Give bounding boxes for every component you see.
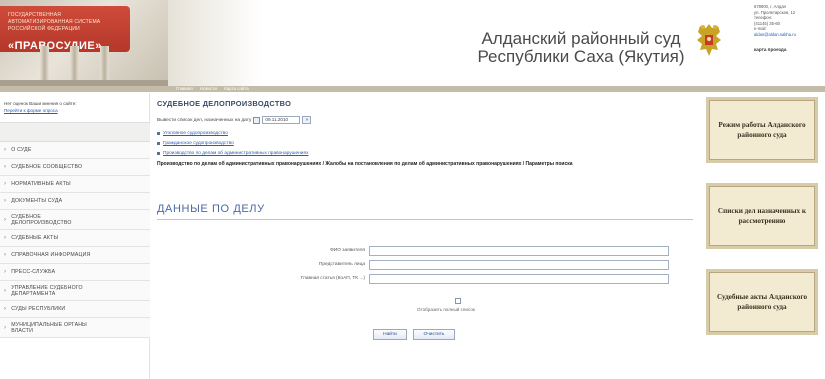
- panel-label: Списки дел назначенных к рассмотрению: [717, 207, 807, 225]
- sidebar-item-label: СУДЫ РЕСПУБЛИКИ: [11, 306, 66, 312]
- date-go-button[interactable]: »: [302, 116, 312, 124]
- bullet-icon: ›: [4, 324, 7, 331]
- sidebar-item-department[interactable]: › УПРАВЛЕНИЕ СУДЕБНОГО ДЕПАРТАМЕНТА: [0, 281, 150, 301]
- form-row: Представитель лица: [151, 260, 701, 271]
- find-button[interactable]: Найти: [373, 329, 407, 340]
- field-label: Главная статья (КоАП, ТК ...): [300, 276, 365, 281]
- form-row: ФИО заявителя: [151, 246, 701, 257]
- bullet-icon: ›: [4, 252, 7, 258]
- header-title-area: Алданский районный суд Республики Саха (…: [168, 0, 688, 86]
- pravosudie-logo[interactable]: ГОСУДАРСТВЕННАЯ АВТОМАТИЗИРОВАННАЯ СИСТЕ…: [0, 0, 168, 86]
- sidebar-item-label: О СУДЕ: [11, 147, 32, 153]
- poll-note: Нет оценок Ваши мнения о сайте:: [4, 101, 77, 106]
- representative-input[interactable]: [369, 260, 669, 270]
- poll-link[interactable]: Перейти к форме опроса: [4, 108, 58, 113]
- sidebar-item-court-acts[interactable]: › СУДЕБНЫЕ АКТЫ: [0, 230, 150, 247]
- nav-link-sitemap[interactable]: Карта сайта: [224, 86, 248, 91]
- date-filter: Вывести список дел, назначенных на дату …: [157, 116, 312, 124]
- sidebar-item-label: СУДЕБНЫЕ АКТЫ: [11, 235, 59, 241]
- sidebar-item-documents[interactable]: › ДОКУМЕНТЫ СУДА: [0, 193, 150, 210]
- sidebar-menu: › О СУДЕ › СУДЕБНОЕ СООБЩЕСТВО › НОРМАТИВНЫ…: [0, 142, 150, 338]
- site-header: ГОСУДАРСТВЕННАЯ АВТОМАТИЗИРОВАННАЯ СИСТЕ…: [0, 0, 825, 92]
- nav-bar: [0, 86, 825, 92]
- logo-line-1: ГОСУДАРСТВЕННАЯ: [8, 12, 62, 18]
- sidebar-item-label: НОРМАТИВНЫЕ АКТЫ: [11, 181, 71, 187]
- sidebar-item-label: УПРАВЛЕНИЕ СУДЕБНОГО ДЕПАРТАМЕНТА: [11, 284, 83, 297]
- sidebar-item-label: СУДЕБНОЕ СООБЩЕСТВО: [11, 164, 83, 170]
- sidebar-item-municipal[interactable]: › МУНИЦИПАЛЬНЫЕ ОРГАНЫ ВЛАСТИ: [0, 318, 150, 338]
- panel-case-lists[interactable]: Списки дел назначенных к рассмотрению: [706, 183, 818, 249]
- bullet-icon: ›: [4, 164, 7, 170]
- right-column: Режим работы Алданского районного суда С…: [702, 93, 825, 379]
- bullet-icon: ›: [4, 198, 7, 204]
- clear-button[interactable]: Очистить: [413, 329, 455, 340]
- panel-label: Судебные акты Алданского районного суда: [716, 293, 808, 311]
- breadcrumb: Производство по делам об административны…: [157, 161, 573, 167]
- contact-info: 678900, г. Алдан ул. Пролетарская, 12 те…: [754, 4, 822, 38]
- court-title-line-1: Алданский районный суд: [481, 29, 681, 48]
- main-content: СУДЕБНОЕ ДЕЛОПРОИЗВОДСТВО Вывести список…: [151, 93, 701, 379]
- square-bullet-icon: [157, 132, 160, 135]
- link-civil[interactable]: Гражданское судопроизводство: [157, 141, 234, 146]
- sidebar-item-community[interactable]: › СУДЕБНОЕ СООБЩЕСТВО: [0, 159, 150, 176]
- nav-link-news[interactable]: Новости: [200, 86, 217, 91]
- logo-line-3: РОССИЙСКОЙ ФЕДЕРАЦИИ: [8, 26, 80, 32]
- bullet-icon: ›: [4, 235, 7, 241]
- bullet-icon: ›: [4, 147, 7, 153]
- bullet-icon: ›: [4, 287, 7, 294]
- link-administrative[interactable]: Производство по делам об административны…: [157, 151, 308, 156]
- bullet-icon: ›: [4, 181, 7, 187]
- panel-court-acts[interactable]: Судебные акты Алданского районного суда: [706, 269, 818, 335]
- main-article-input[interactable]: [369, 274, 669, 284]
- sidebar-item-regulations[interactable]: › НОРМАТИВНЫЕ АКТЫ: [0, 176, 150, 193]
- sidebar-item-proceedings[interactable]: › СУДЕБНОЕ ДЕЛОПРОИЗВОДСТВО: [0, 210, 150, 230]
- field-label: ФИО заявителя: [330, 248, 365, 253]
- map-link[interactable]: карта проезда: [754, 47, 786, 52]
- panel-working-hours[interactable]: Режим работы Алданского районного суда: [706, 97, 818, 163]
- show-full-list-checkbox[interactable]: [455, 298, 461, 304]
- court-title-line-2: Республики Саха (Якутия): [477, 47, 685, 66]
- calendar-icon[interactable]: [253, 116, 261, 124]
- applicant-name-input[interactable]: [369, 246, 669, 256]
- court-title: Алданский районный суд Республики Саха (…: [476, 30, 686, 66]
- form-row: Главная статья (КоАП, ТК ...): [151, 274, 701, 285]
- logo-line-2: АВТОМАТИЗИРОВАННАЯ СИСТЕМА: [8, 19, 101, 25]
- section-title: ДАННЫЕ ПО ДЕЛУ: [157, 203, 265, 215]
- date-filter-label: Вывести список дел, назначенных на дату: [157, 117, 252, 123]
- field-label: Представитель лица: [318, 262, 365, 267]
- sidebar-item-label: ДОКУМЕНТЫ СУДА: [11, 198, 63, 204]
- sidebar-item-label: СУДЕБНОЕ ДЕЛОПРОИЗВОДСТВО: [11, 213, 72, 226]
- nav-link-home[interactable]: Главная: [176, 86, 193, 91]
- nav-links: Главная Новости Карта сайта: [176, 86, 255, 92]
- bullet-icon: ›: [4, 269, 7, 275]
- coat-of-arms-icon: [697, 24, 721, 56]
- sidebar-item-press[interactable]: › ПРЕСС-СЛУЖБА: [0, 264, 150, 281]
- sidebar-item-republic-courts[interactable]: › СУДЫ РЕСПУБЛИКИ: [0, 301, 150, 318]
- panel-label: Режим работы Алданского районного суда: [718, 121, 806, 139]
- link-label[interactable]: Уголовное судопроизводство: [163, 131, 228, 136]
- show-full-list-label: Отобразить полный список: [417, 307, 475, 312]
- sidebar-spacer: [0, 122, 150, 142]
- sidebar-item-reference[interactable]: › СПРАВОЧНАЯ ИНФОРМАЦИЯ: [0, 247, 150, 264]
- sidebar-item-label: МУНИЦИПАЛЬНЫЕ ОРГАНЫ ВЛАСТИ: [11, 321, 87, 334]
- logo-title: «ПРАВОСУДИЕ»: [8, 40, 102, 52]
- square-bullet-icon: [157, 152, 160, 155]
- sidebar-item-label: ПРЕСС-СЛУЖБА: [11, 269, 56, 275]
- section-divider: [157, 219, 693, 220]
- link-label[interactable]: Производство по делам об административны…: [163, 151, 308, 156]
- bullet-icon: ›: [4, 216, 7, 223]
- logo-banner: ГОСУДАРСТВЕННАЯ АВТОМАТИЗИРОВАННАЯ СИСТЕ…: [0, 6, 130, 52]
- page-title: СУДЕБНОЕ ДЕЛОПРОИЗВОДСТВО: [157, 99, 292, 108]
- sidebar-item-about[interactable]: › О СУДЕ: [0, 142, 150, 159]
- link-label[interactable]: Гражданское судопроизводство: [163, 141, 234, 146]
- bullet-icon: ›: [4, 306, 7, 312]
- contact-email[interactable]: aldan@aldan.sakha.ru: [754, 32, 822, 38]
- link-criminal[interactable]: Уголовное судопроизводство: [157, 131, 228, 136]
- left-sidebar: Нет оценок Ваши мнения о сайте: Перейти …: [0, 93, 150, 379]
- square-bullet-icon: [157, 142, 160, 145]
- sidebar-item-label: СПРАВОЧНАЯ ИНФОРМАЦИЯ: [11, 252, 91, 258]
- date-input[interactable]: 09.11.2010: [262, 116, 301, 124]
